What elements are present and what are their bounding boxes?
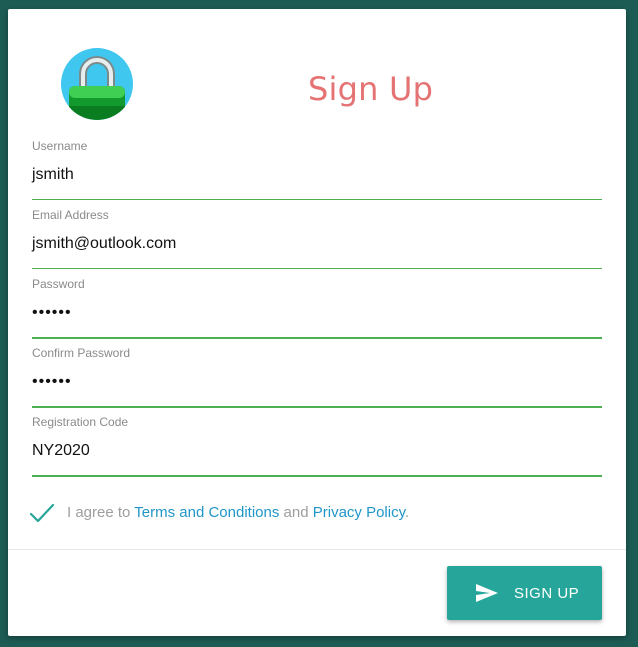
check-icon[interactable] [28,501,56,525]
agreement-suffix: . [404,504,410,521]
username-input[interactable]: jsmith [32,166,602,184]
signup-button-label: SIGN UP [514,585,580,602]
signup-button[interactable]: SIGN UP [447,566,602,620]
footer-divider [8,549,626,550]
privacy-link[interactable]: Privacy Policy [313,504,405,521]
terms-link[interactable]: Terms and Conditions [134,504,279,521]
confirm-password-field[interactable]: Confirm Password •••••• [32,346,602,408]
confirm-password-input[interactable]: •••••• [32,373,602,391]
agreement-row: I agree to Terms and Conditions and Priv… [28,499,608,529]
agreement-middle: and [279,504,313,521]
registration-code-field[interactable]: Registration Code NY2020 [32,415,602,477]
agreement-prefix: I agree to [67,504,135,521]
email-input[interactable]: jsmith@outlook.com [32,235,602,253]
password-input[interactable]: •••••• [32,304,602,322]
card-header: Sign Up [8,9,626,139]
confirm-password-label: Confirm Password [32,346,131,360]
password-field[interactable]: Password •••••• [32,277,602,339]
page-title: Sign Up [308,70,434,108]
password-label: Password [32,277,85,291]
signup-card: Sign Up Username jsmith Email Address js… [8,9,626,636]
email-label: Email Address [32,208,109,222]
registration-code-label: Registration Code [32,415,129,429]
registration-code-input[interactable]: NY2020 [32,442,602,460]
username-label: Username [32,139,88,153]
send-icon [475,583,499,603]
email-field[interactable]: Email Address jsmith@outlook.com [32,208,602,269]
lock-icon [61,48,133,120]
agreement-text: I agree to Terms and Conditions and Priv… [67,504,409,521]
username-field[interactable]: Username jsmith [32,139,602,200]
